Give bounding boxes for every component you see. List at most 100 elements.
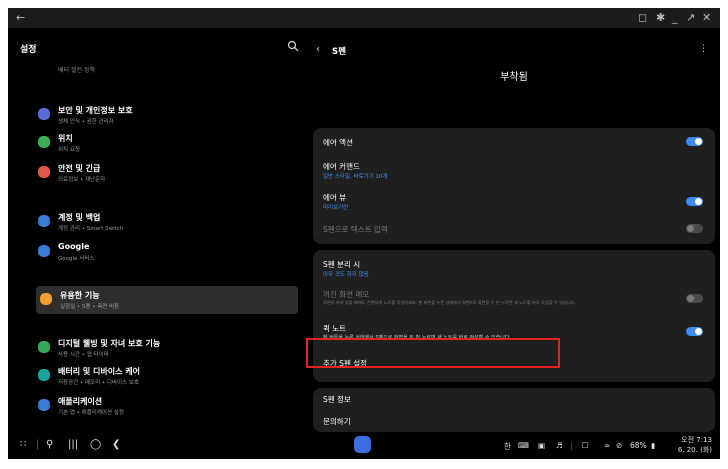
- settings-item-safety[interactable]: 안전 및 긴급 의료정보 • 재난문자: [34, 159, 304, 187]
- pen-text-input-row[interactable]: S펜으로 텍스트 입력: [313, 216, 715, 242]
- settings-item-battery-care[interactable]: 배터리 및 디바이스 케어 저장공간 • 메모리 • 디바이스 보호: [34, 362, 304, 390]
- row-title: 에어 액션: [323, 138, 353, 147]
- window-title-bar: ← ◻ ✱ _ ↗ ✕: [8, 8, 720, 28]
- emergency-icon: [38, 166, 50, 178]
- settings-item-accounts[interactable]: 계정 및 백업 계정 관리 • Smart Switch: [34, 208, 304, 236]
- apps-icon: [38, 399, 50, 411]
- air-view-toggle[interactable]: [686, 197, 703, 206]
- apps-grid-icon[interactable]: ∷: [20, 439, 26, 450]
- row-subtitle: 일반 스타일, 바로가기 10개: [323, 174, 388, 180]
- row-subtitle: 아무 것도 하지 않음: [323, 272, 369, 278]
- screen-off-memo-toggle[interactable]: [686, 294, 703, 303]
- air-command-row[interactable]: 에어 커맨드 일반 스타일, 바로가기 10개: [313, 154, 715, 184]
- notification-icon[interactable]: ☐: [582, 441, 589, 450]
- settings-item-subtitle: 기본 앱 • 애플리케이션 설정: [58, 410, 124, 416]
- settings-item-title: 디지털 웰빙 및 자녀 보호 기능: [58, 339, 161, 348]
- settings-item-title: 안전 및 긴급: [58, 164, 101, 173]
- row-title: 문의하기: [323, 417, 351, 426]
- maximize-icon[interactable]: ↗: [686, 11, 695, 24]
- mute-icon: ♬: [556, 441, 563, 450]
- minimize-icon[interactable]: _: [672, 11, 678, 24]
- settings-item-title: 애플리케이션: [58, 397, 103, 406]
- row-subtitle: 화면이 꺼져 있을 때에도 간편하게 노트를 작성하세요. 펜 버튼을 누른 상…: [323, 300, 576, 305]
- info-card: S펜 정보 문의하기: [313, 388, 715, 432]
- screen-off-memo-row[interactable]: 꺼진 화면 메모 화면이 꺼져 있을 때에도 간편하게 노트를 작성하세요. 펜…: [313, 280, 715, 314]
- spen-settings-pane: ‹ S펜 ⋮ 부착됨 에어 액션 에어 커맨드 일반 스타일, 바로가기 10개…: [308, 28, 720, 433]
- air-action-toggle[interactable]: [686, 137, 703, 146]
- ime-indicator: 한: [504, 442, 511, 451]
- row-title: 에어 커맨드: [323, 162, 360, 171]
- settings-item-advanced-features[interactable]: 유용한 기능 실험실 • S펜 • 측면 버튼: [36, 286, 298, 314]
- row-title: S펜으로 텍스트 입력: [323, 225, 388, 234]
- back-chevron-icon[interactable]: ‹: [316, 44, 320, 55]
- settings-item-subtitle: Google 서비스: [58, 256, 95, 262]
- popup-view-icon[interactable]: ◻: [638, 11, 647, 24]
- settings-item-security[interactable]: 보안 및 개인정보 보호 생체 인식 • 권한 관리자: [34, 101, 304, 129]
- search-icon[interactable]: ⚲: [46, 439, 53, 450]
- pen-text-input-toggle[interactable]: [686, 224, 703, 233]
- wellbeing-icon: [38, 341, 50, 353]
- row-title: 에어 뷰: [323, 193, 347, 202]
- air-action-row[interactable]: 에어 액션: [313, 128, 715, 154]
- settings-item-title: 유용한 기능: [60, 291, 100, 300]
- settings-item-title: Google: [58, 242, 90, 251]
- air-features-card: 에어 액션 에어 커맨드 일반 스타일, 바로가기 10개 에어 뷰 미리보기만…: [313, 128, 715, 244]
- search-icon[interactable]: [287, 40, 299, 52]
- settings-item-subtitle: 저장공간 • 메모리 • 디바이스 보호: [58, 380, 140, 386]
- pin-icon[interactable]: ✱: [656, 11, 665, 24]
- settings-item-apps[interactable]: 애플리케이션 기본 앱 • 애플리케이션 설정: [34, 392, 304, 420]
- settings-item-subtitle: 실험실 • S펜 • 측면 버튼: [60, 304, 120, 310]
- settings-item-subtitle: 생체 인식 • 권한 관리자: [58, 119, 114, 125]
- settings-item-subtitle: 사용 시간 • 앱 타이머: [58, 352, 109, 358]
- divider: |: [570, 441, 573, 450]
- contact-us-row[interactable]: 문의하기: [313, 410, 715, 432]
- settings-item-title: 계정 및 백업: [58, 213, 101, 222]
- settings-header: 설정: [20, 45, 37, 55]
- clock[interactable]: 오전 7:13 6. 20. (화): [678, 435, 712, 455]
- quick-note-toggle[interactable]: [686, 327, 703, 336]
- divider: |: [36, 439, 40, 450]
- row-title: 꺼진 화면 메모: [323, 290, 370, 299]
- app-window: ← ◻ ✱ _ ↗ ✕ 설정 배터 절전 정책 보안 및 개인정보 보호 생체 …: [8, 8, 720, 459]
- home-icon[interactable]: ◯: [90, 439, 101, 450]
- wifi-icon: ≈: [604, 441, 611, 450]
- dnd-icon: ⊘: [616, 441, 623, 450]
- settings-item-google[interactable]: Google Google 서비스: [34, 238, 304, 266]
- settings-list-pane: 설정 배터 절전 정책 보안 및 개인정보 보호 생체 인식 • 권한 관리자 …: [8, 28, 304, 433]
- row-title: 퀵 노트: [323, 324, 347, 333]
- air-view-row[interactable]: 에어 뷰 미리보기만: [313, 184, 715, 216]
- highlight-box: [306, 338, 560, 368]
- google-icon: [38, 245, 50, 257]
- settings-item-subtitle: 위치 요청: [58, 147, 80, 153]
- shield-icon: [38, 108, 50, 120]
- navigation-bar: ∷ | ⚲ ||| ◯ ❮ 한 ⌨ ▣ ♬ | ☐ ≈ ⊘ 68% ▮ 오전 7…: [8, 433, 720, 459]
- pen-detach-row[interactable]: S펜 분리 시 아무 것도 하지 않음: [313, 250, 715, 280]
- settings-app-icon[interactable]: [354, 436, 371, 453]
- sync-icon: [38, 215, 50, 227]
- settings-item-wellbeing[interactable]: 디지털 웰빙 및 자녀 보호 기능 사용 시간 • 앱 타이머: [34, 334, 304, 362]
- settings-item-title: 위치: [58, 134, 73, 143]
- screenshot-icon[interactable]: ▣: [538, 441, 545, 450]
- clipped-subtitle: 배터 절전 정책: [58, 67, 95, 74]
- battery-percentage: 68%: [630, 441, 647, 450]
- arrow-left-icon[interactable]: ←: [16, 11, 25, 24]
- settings-item-subtitle: 의료정보 • 재난문자: [58, 177, 106, 183]
- close-icon[interactable]: ✕: [702, 11, 711, 24]
- row-title: S펜 정보: [323, 395, 351, 404]
- battery-icon: ▮: [651, 441, 656, 450]
- recent-apps-icon[interactable]: |||: [68, 439, 78, 450]
- more-options-icon[interactable]: ⋮: [699, 44, 708, 54]
- battery-care-icon: [38, 369, 50, 381]
- keyboard-icon[interactable]: ⌨: [518, 441, 529, 450]
- settings-item-subtitle: 계정 관리 • Smart Switch: [58, 226, 124, 232]
- pen-status: 부착됨: [500, 72, 528, 83]
- settings-item-location[interactable]: 위치 위치 요청: [34, 129, 304, 157]
- row-title: S펜 분리 시: [323, 260, 361, 269]
- back-icon[interactable]: ❮: [112, 439, 120, 450]
- clock-time: 오전 7:13: [681, 436, 712, 444]
- star-icon: [40, 293, 52, 305]
- page-title: S펜: [332, 47, 346, 57]
- row-subtitle: 미리보기만: [323, 205, 349, 211]
- settings-item-title: 보안 및 개인정보 보호: [58, 106, 133, 115]
- spen-info-row[interactable]: S펜 정보: [313, 388, 715, 410]
